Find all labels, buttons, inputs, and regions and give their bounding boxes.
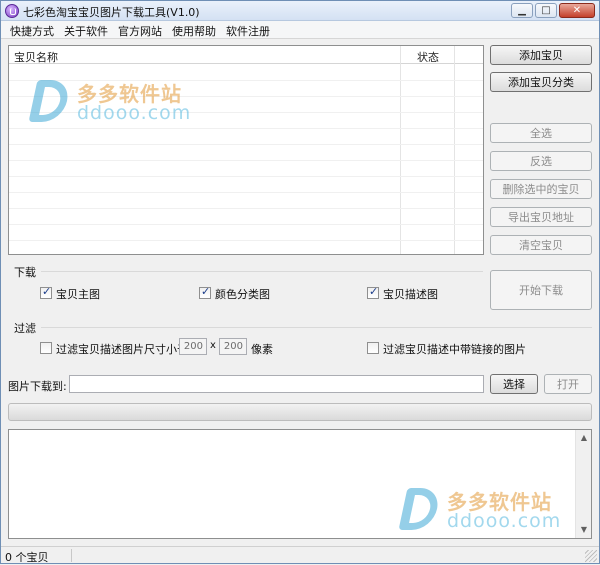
add-category-button[interactable]: 添加宝贝分类 [490, 72, 592, 92]
column-divider [400, 46, 401, 254]
scroll-down-icon[interactable]: ▼ [576, 522, 592, 538]
menu-website[interactable]: 官方网站 [113, 21, 167, 38]
main-image-label: 宝贝主图 [56, 288, 100, 301]
scroll-up-icon[interactable]: ▲ [576, 430, 592, 446]
delete-selected-button[interactable]: 删除选中的宝贝 [490, 179, 592, 199]
log-output[interactable]: 多多软件站 ddooo.com ▲ ▼ [8, 429, 592, 539]
list-gridline [9, 176, 483, 177]
item-list[interactable]: 宝贝名称 状态 多多软件站 ddooo.com [8, 45, 484, 255]
color-image-checkbox[interactable] [199, 285, 211, 299]
list-gridline [9, 144, 483, 145]
download-group-label: 下载 [14, 266, 36, 279]
column-header-status[interactable]: 状态 [417, 49, 439, 65]
resize-grip-icon[interactable] [585, 550, 597, 562]
list-gridline [9, 240, 483, 241]
title-bar: 七彩色淘宝宝贝图片下载工具(V1.0) ▁ □ ✕ [1, 1, 599, 21]
log-scrollbar[interactable]: ▲ ▼ [575, 430, 591, 538]
watermark-en: ddooo.com [77, 102, 192, 124]
column-header-name[interactable]: 宝贝名称 [14, 49, 58, 65]
close-icon: ✕ [572, 5, 582, 16]
group-divider [41, 327, 592, 328]
watermark-logo-icon [398, 488, 442, 530]
minimize-button[interactable]: ▁ [511, 3, 533, 18]
list-gridline [9, 128, 483, 129]
filter-group-label: 过滤 [14, 322, 36, 335]
color-image-label: 颜色分类图 [215, 288, 270, 301]
menu-bar: 快捷方式 关于软件 官方网站 使用帮助 软件注册 [1, 21, 599, 39]
choose-folder-button[interactable]: 选择 [490, 374, 538, 394]
status-bar: 0 个宝贝 [1, 546, 599, 564]
column-divider [454, 46, 455, 254]
select-all-button[interactable]: 全选 [490, 123, 592, 143]
watermark-logo-icon [28, 80, 72, 122]
main-window: 七彩色淘宝宝贝图片下载工具(V1.0) ▁ □ ✕ 快捷方式 关于软件 官方网站… [0, 0, 600, 564]
window-title: 七彩色淘宝宝贝图片下载工具(V1.0) [23, 6, 200, 19]
export-address-button[interactable]: 导出宝贝地址 [490, 207, 592, 227]
desc-image-checkbox[interactable] [367, 285, 379, 299]
list-header: 宝贝名称 状态 [9, 46, 483, 64]
group-divider [41, 271, 483, 272]
minimize-icon: ▁ [518, 5, 526, 16]
menu-about[interactable]: 关于软件 [59, 21, 113, 38]
invert-selection-button[interactable]: 反选 [490, 151, 592, 171]
download-path-label: 图片下载到: [8, 380, 67, 393]
download-path-input[interactable] [69, 375, 484, 393]
main-image-checkbox[interactable] [40, 285, 52, 299]
status-divider [71, 549, 72, 562]
list-gridline [9, 192, 483, 193]
open-folder-button[interactable]: 打开 [544, 374, 592, 394]
maximize-button[interactable]: □ [535, 3, 557, 18]
size-filter-checkbox[interactable] [40, 342, 52, 354]
close-button[interactable]: ✕ [559, 3, 595, 18]
start-download-button[interactable]: 开始下载 [490, 270, 592, 310]
clear-items-button[interactable]: 清空宝贝 [490, 235, 592, 255]
menu-register[interactable]: 软件注册 [221, 21, 275, 38]
size-filter-label: 过滤宝贝描述图片尺寸小于: [56, 343, 192, 356]
menu-help[interactable]: 使用帮助 [167, 21, 221, 38]
link-filter-checkbox[interactable] [367, 342, 379, 354]
item-count: 0 个宝贝 [5, 551, 49, 564]
list-gridline [9, 224, 483, 225]
min-width-input[interactable]: 200 [179, 338, 207, 355]
times-sign: x [210, 340, 216, 351]
min-height-input[interactable]: 200 [219, 338, 247, 355]
app-icon [5, 4, 19, 18]
link-filter-label: 过滤宝贝描述中带链接的图片 [383, 343, 526, 356]
menu-shortcuts[interactable]: 快捷方式 [5, 21, 59, 38]
maximize-icon: □ [541, 5, 551, 16]
list-gridline [9, 208, 483, 209]
pixel-unit-label: 像素 [251, 343, 273, 356]
desc-image-label: 宝贝描述图 [383, 288, 438, 301]
list-gridline [9, 160, 483, 161]
window-controls: ▁ □ ✕ [511, 3, 595, 18]
progress-bar [8, 403, 592, 421]
watermark-en: ddooo.com [447, 510, 562, 532]
add-item-button[interactable]: 添加宝贝 [490, 45, 592, 65]
